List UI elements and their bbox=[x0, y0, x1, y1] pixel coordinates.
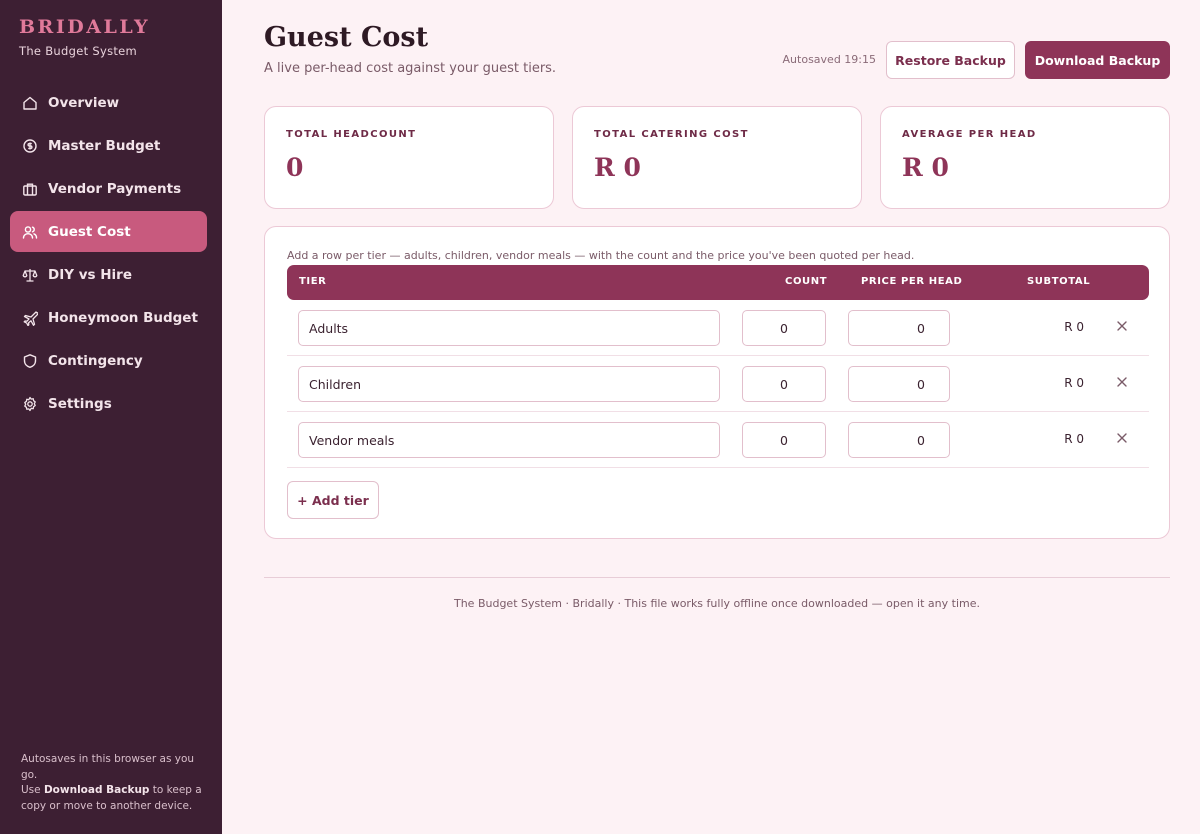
tier-name-input[interactable] bbox=[298, 366, 720, 402]
row-subtotal: R 0 bbox=[1064, 432, 1084, 446]
sidebar-nav: Overview Master Budget Vendor Payments G… bbox=[10, 82, 207, 426]
stat-value: 0 bbox=[286, 153, 304, 182]
footer-divider bbox=[264, 577, 1170, 578]
sidebar-item-label: Vendor Payments bbox=[48, 180, 182, 197]
stat-value: R 0 bbox=[902, 153, 949, 182]
shield-icon bbox=[22, 353, 38, 369]
close-icon[interactable] bbox=[1113, 373, 1131, 391]
stat-card-total-headcount: TOTAL HEADCOUNT 0 bbox=[264, 106, 554, 209]
home-icon bbox=[22, 95, 38, 111]
sidebar-footer: Autosaves in this browser as you go. Use… bbox=[21, 752, 206, 814]
table-row: R 0 bbox=[287, 412, 1149, 468]
download-backup-button[interactable]: Download Backup bbox=[1025, 41, 1170, 79]
tier-name-input[interactable] bbox=[298, 310, 720, 346]
count-input[interactable] bbox=[742, 366, 826, 402]
gear-icon bbox=[22, 396, 38, 412]
briefcase-icon bbox=[22, 181, 38, 197]
page-footer: The Budget System · Bridally · This file… bbox=[453, 597, 980, 610]
sidebar-footer-bold: Download Backup bbox=[43, 784, 150, 796]
sidebar-item-master-budget[interactable]: Master Budget bbox=[10, 125, 207, 166]
sidebar-footer-use: Use bbox=[21, 784, 41, 796]
row-subtotal: R 0 bbox=[1064, 376, 1084, 390]
sidebar-item-label: Settings bbox=[48, 395, 112, 412]
sidebar-item-label: Contingency bbox=[48, 352, 143, 369]
price-per-head-input[interactable] bbox=[848, 422, 950, 458]
users-icon bbox=[22, 224, 38, 240]
stat-value: R 0 bbox=[594, 153, 641, 182]
table-row: R 0 bbox=[287, 300, 1149, 356]
sidebar-item-label: Master Budget bbox=[48, 137, 161, 154]
coin-icon bbox=[22, 138, 38, 154]
sidebar-item-label: DIY vs Hire bbox=[48, 266, 132, 283]
table-header: TIER COUNT PRICE PER HEAD SUBTOTAL bbox=[287, 265, 1149, 300]
scale-icon bbox=[22, 267, 38, 283]
sidebar-item-label: Guest Cost bbox=[48, 223, 131, 240]
page-title: Guest Cost bbox=[264, 22, 429, 53]
help-text: Add a row per tier — adults, children, v… bbox=[287, 249, 915, 262]
stat-card-total-catering-cost: TOTAL CATERING COST R 0 bbox=[572, 106, 862, 209]
add-tier-button[interactable]: + Add tier bbox=[287, 481, 379, 519]
brand-subtitle: The Budget System bbox=[19, 44, 138, 58]
plane-icon bbox=[22, 310, 38, 326]
sidebar-item-overview[interactable]: Overview bbox=[10, 82, 207, 123]
header-count: COUNT bbox=[785, 276, 828, 287]
header-price-per-head: PRICE PER HEAD bbox=[861, 276, 963, 287]
brand: BRIDALLY The Budget System bbox=[19, 16, 150, 58]
brand-name: BRIDALLY bbox=[19, 16, 151, 38]
sidebar-item-label: Honeymoon Budget bbox=[48, 309, 198, 326]
stat-label: AVERAGE PER HEAD bbox=[902, 129, 1037, 140]
sidebar-item-honeymoon-budget[interactable]: Honeymoon Budget bbox=[10, 297, 207, 338]
sidebar-footer-line1: Autosaves in this browser as you go. bbox=[21, 753, 195, 781]
sidebar-item-guest-cost[interactable]: Guest Cost bbox=[10, 211, 207, 252]
count-input[interactable] bbox=[742, 310, 826, 346]
sidebar-item-label: Overview bbox=[48, 94, 120, 111]
stat-label: TOTAL HEADCOUNT bbox=[286, 129, 417, 140]
sidebar-item-diy-vs-hire[interactable]: DIY vs Hire bbox=[10, 254, 207, 295]
price-per-head-input[interactable] bbox=[848, 366, 950, 402]
stat-label: TOTAL CATERING COST bbox=[594, 129, 749, 140]
count-input[interactable] bbox=[742, 422, 826, 458]
sidebar-item-vendor-payments[interactable]: Vendor Payments bbox=[10, 168, 207, 209]
autosaved-status: Autosaved 19:15 bbox=[782, 53, 876, 66]
header-subtotal: SUBTOTAL bbox=[1027, 276, 1091, 287]
close-icon[interactable] bbox=[1113, 317, 1131, 335]
sidebar-item-settings[interactable]: Settings bbox=[10, 383, 207, 424]
tier-name-input[interactable] bbox=[298, 422, 720, 458]
stat-card-average-per-head: AVERAGE PER HEAD R 0 bbox=[880, 106, 1170, 209]
close-icon[interactable] bbox=[1113, 429, 1131, 447]
restore-backup-button[interactable]: Restore Backup bbox=[886, 41, 1015, 79]
sidebar-item-contingency[interactable]: Contingency bbox=[10, 340, 207, 381]
guest-tiers-card: Add a row per tier — adults, children, v… bbox=[264, 226, 1170, 539]
sidebar: BRIDALLY The Budget System Overview Mast… bbox=[0, 0, 222, 834]
header-tier: TIER bbox=[299, 276, 327, 287]
page-subtitle: A live per-head cost against your guest … bbox=[264, 61, 557, 76]
row-subtotal: R 0 bbox=[1064, 320, 1084, 334]
table-row: R 0 bbox=[287, 356, 1149, 412]
price-per-head-input[interactable] bbox=[848, 310, 950, 346]
